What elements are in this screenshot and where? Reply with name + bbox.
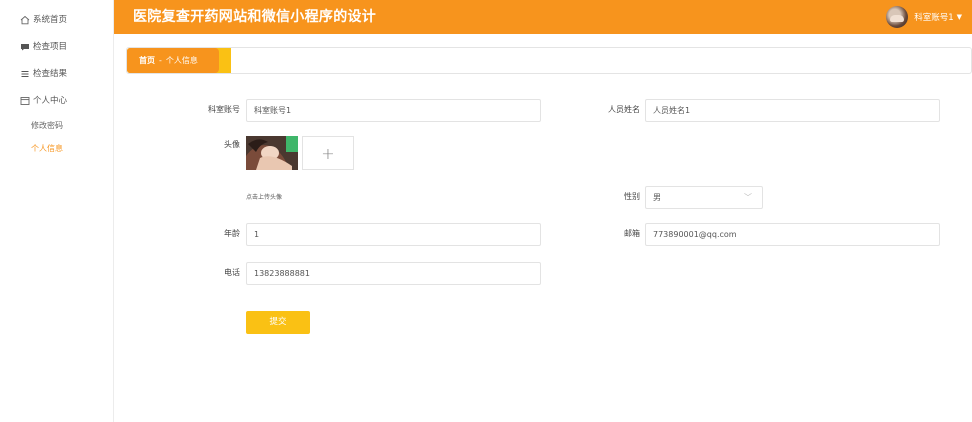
breadcrumb: 首页 - 个人信息 [127,48,231,73]
sidebar: 系统首页 检查项目 检查结果 个人中心 修改密码 个人信息 [0,0,114,422]
comment-icon [20,42,30,52]
sidebar-item-label: 检查结果 [33,69,68,79]
breadcrumb-current: 个人信息 [165,56,198,65]
list-icon [20,69,30,79]
account-input[interactable]: 科室账号1 [246,99,541,122]
breadcrumb-bar: 首页 - 个人信息 [126,47,972,74]
age-label: 年龄 [224,229,240,238]
sidebar-item-exam-items[interactable]: 检查项目 [20,40,67,54]
staff-name-label: 人员姓名 [608,105,640,114]
avatar-preview[interactable] [246,136,298,170]
sidebar-item-exam-results[interactable]: 检查结果 [20,67,67,81]
breadcrumb-inner: 首页 - 个人信息 [127,48,219,73]
sidebar-subitem-personal-info[interactable]: 个人信息 [31,142,63,156]
user-name: 科室账号1 [914,13,954,23]
upload-button[interactable]: + [302,136,354,170]
user-menu[interactable]: 科室账号1 ▼ [886,0,962,34]
gender-select[interactable]: 男 ﹀ [645,186,763,209]
window-icon [20,96,30,106]
gender-value: 男 [653,193,661,202]
breadcrumb-home[interactable]: 首页 [139,56,155,65]
age-input[interactable]: 1 [246,223,541,246]
sidebar-item-home[interactable]: 系统首页 [20,13,67,27]
top-header: 医院复查开药网站和微信小程序的设计 科室账号1 ▼ [114,0,972,34]
staff-name-input[interactable]: 人员姓名1 [645,99,940,122]
phone-input[interactable]: 13823888881 [246,262,541,285]
app-title: 医院复查开药网站和微信小程序的设计 [133,9,377,25]
chevron-down-icon: ﹀ [744,193,752,202]
breadcrumb-separator: - [159,56,162,65]
email-input[interactable]: 773890001@qq.com [645,223,940,246]
avatar [886,6,909,28]
sidebar-subitem-change-password[interactable]: 修改密码 [31,119,63,133]
submit-button[interactable]: 提交 [246,311,310,334]
plus-icon: + [321,143,335,163]
gender-label: 性别 [624,192,640,201]
sidebar-item-label: 检查项目 [33,42,68,52]
phone-label: 电话 [224,268,240,277]
avatar-label: 头像 [224,140,240,149]
avatar-photo-icon [246,136,298,170]
home-icon [20,15,30,25]
sidebar-item-label: 系统首页 [33,15,68,25]
email-label: 邮箱 [624,229,640,238]
sidebar-item-personal-center[interactable]: 个人中心 [20,94,67,108]
sidebar-item-label: 个人中心 [33,96,68,106]
account-label: 科室账号 [208,105,240,114]
caret-down-icon: ▼ [956,13,962,21]
upload-hint: 点击上传头像 [246,194,283,201]
